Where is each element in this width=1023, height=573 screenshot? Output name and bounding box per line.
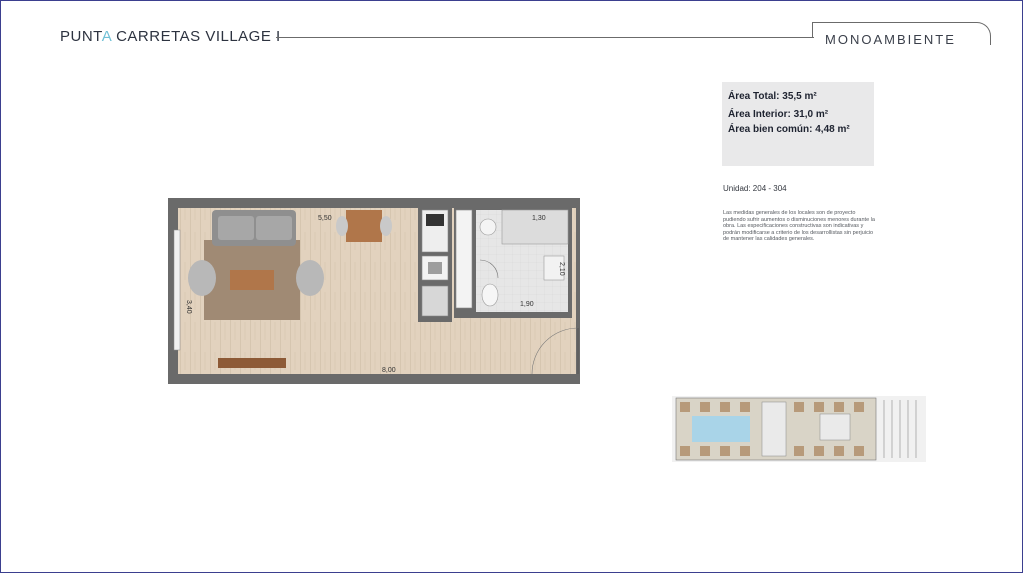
area-total: Área Total: 35,5 m² xyxy=(728,91,817,102)
area-interior: Área Interior: 31,0 m² xyxy=(728,109,829,120)
header-rule xyxy=(276,37,814,38)
fridge xyxy=(421,285,449,317)
dining-chair xyxy=(380,216,392,236)
dining-chair xyxy=(336,216,348,236)
project-title: PUNTA CARRETAS VILLAGE I xyxy=(60,28,281,45)
bath-sink xyxy=(479,218,497,236)
closet xyxy=(455,209,473,309)
project-title-part: PUNT xyxy=(60,28,102,45)
key-plan-core xyxy=(761,401,787,457)
key-plan-core xyxy=(819,413,851,441)
armchair xyxy=(296,260,324,296)
cooktop-burners xyxy=(426,214,444,226)
unit-type-label: MONOAMBIENTE xyxy=(825,32,956,47)
sofa-cushion xyxy=(218,216,254,240)
dimension-bath-side: 2,10 xyxy=(558,262,565,276)
dimension-bath-top: 1,30 xyxy=(532,215,546,222)
project-title-accent-letter: A xyxy=(101,28,112,45)
armchair xyxy=(188,260,216,296)
dining-table xyxy=(346,210,382,242)
building-key-plan xyxy=(672,396,926,462)
sofa-cushion xyxy=(256,216,292,240)
area-common: Área bien común: 4,48 m² xyxy=(728,124,850,135)
tv-console xyxy=(218,358,286,368)
dimension-total-length: 8,00 xyxy=(382,367,396,374)
dimension-bath-bottom: 1,90 xyxy=(520,301,534,308)
key-plan-pool xyxy=(692,416,750,442)
dimension-height-left: 3,40 xyxy=(185,300,192,314)
dimension-living-width: 5,50 xyxy=(318,215,332,222)
area-summary-box: Área Total: 35,5 m² Área Interior: 31,0 … xyxy=(722,82,874,166)
kitchen-sink-basin xyxy=(428,262,442,274)
toilet xyxy=(481,283,499,307)
floor-plan: 5,50 8,00 3,40 1,30 2,10 1,90 xyxy=(168,198,580,384)
project-title-part: CARRETAS VILLAGE I xyxy=(111,28,281,45)
disclaimer-text: Las medidas generales de los locales son… xyxy=(723,210,875,243)
unit-numbers: Unidad: 204 - 304 xyxy=(723,184,787,193)
window xyxy=(173,229,181,351)
coffee-table xyxy=(230,270,274,290)
